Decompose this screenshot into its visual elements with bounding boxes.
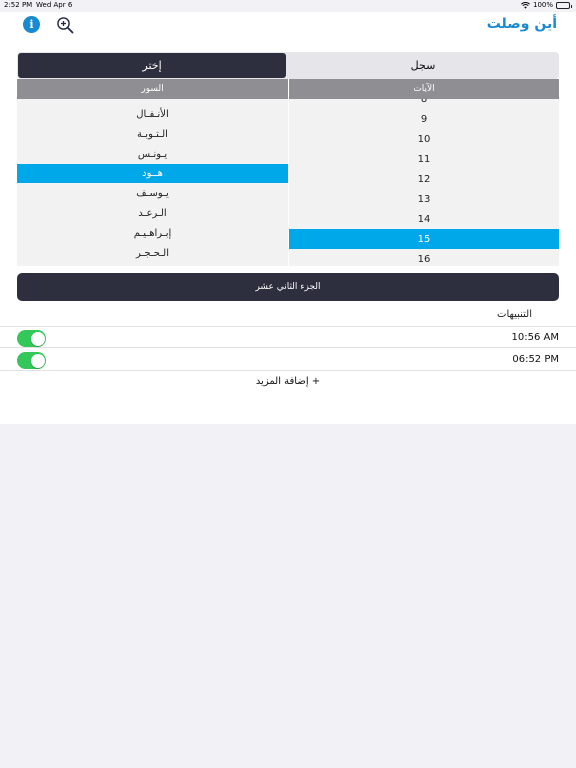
juz-button[interactable]: الجزء الثاني عشر	[17, 273, 559, 301]
alert-time[interactable]: 10:56 AM	[512, 332, 559, 343]
surah-picker-item[interactable]: الـتـوبـة	[17, 124, 288, 144]
alert-time[interactable]: 06:52 PM	[512, 354, 559, 365]
battery-percent: 100%	[532, 1, 553, 9]
info-icon[interactable]: i	[23, 16, 40, 33]
alert-row: 10:56 AM	[0, 326, 576, 348]
surah-picker-item[interactable]: الـحـجـر	[17, 243, 288, 263]
add-more-button[interactable]: إضافة المزيد +	[0, 376, 576, 387]
surahs-column-header: السور	[17, 79, 288, 99]
status-indicators: 100%	[521, 1, 572, 9]
ayah-picker-item[interactable]: 8	[289, 99, 559, 109]
alert-toggle[interactable]	[17, 330, 46, 347]
surah-picker-item[interactable]: الأنـفـال	[17, 104, 288, 124]
status-bar: 2:52 PM Wed Apr 6 100%	[0, 0, 576, 12]
zoom-in-icon[interactable]	[56, 16, 74, 34]
segment-choose[interactable]: إختر	[18, 53, 286, 78]
segmented-control: إختر سجل	[17, 52, 559, 79]
page-title: أين وصلت	[486, 16, 557, 32]
surah-picker[interactable]: الأنـفـال الـتـوبـة يـونـس هــود يـوسـف الـرع…	[17, 99, 288, 266]
segment-record[interactable]: سجل	[288, 53, 558, 78]
surah-picker-item[interactable]: هــود	[17, 164, 288, 183]
surah-picker-item[interactable]: يـونـس	[17, 144, 288, 164]
wifi-icon	[521, 1, 530, 9]
alerts-section-title: التنبيهات	[497, 309, 532, 320]
ayahs-column-header: الآيات	[289, 79, 559, 99]
battery-icon	[556, 1, 572, 9]
ayah-picker-item[interactable]: 10	[289, 129, 559, 149]
ayah-picker-item[interactable]: 16	[289, 249, 559, 266]
status-time: 2:52 PM	[4, 1, 33, 9]
ayah-picker-item[interactable]: 13	[289, 189, 559, 209]
status-date: Wed Apr 6	[36, 1, 73, 9]
ayah-picker-item[interactable]: 11	[289, 149, 559, 169]
ayah-picker-item[interactable]: 12	[289, 169, 559, 189]
toggle-knob	[30, 353, 45, 368]
surah-picker-item[interactable]: الـرعـد	[17, 203, 288, 223]
ayah-picker-item[interactable]: 15	[289, 229, 559, 249]
toggle-knob	[30, 331, 45, 346]
surah-picker-item[interactable]: إبـراهـيـم	[17, 223, 288, 243]
ayah-picker-item[interactable]: 9	[289, 109, 559, 129]
alert-toggle[interactable]	[17, 352, 46, 369]
alert-row: 06:52 PM	[0, 349, 576, 371]
surah-picker-item[interactable]: يـوسـف	[17, 183, 288, 203]
ayah-picker[interactable]: 8 9 10 11 12 13 14 15 16	[289, 99, 559, 266]
ayah-picker-item[interactable]: 14	[289, 209, 559, 229]
navigation-bar: i أين وصلت	[0, 12, 576, 40]
